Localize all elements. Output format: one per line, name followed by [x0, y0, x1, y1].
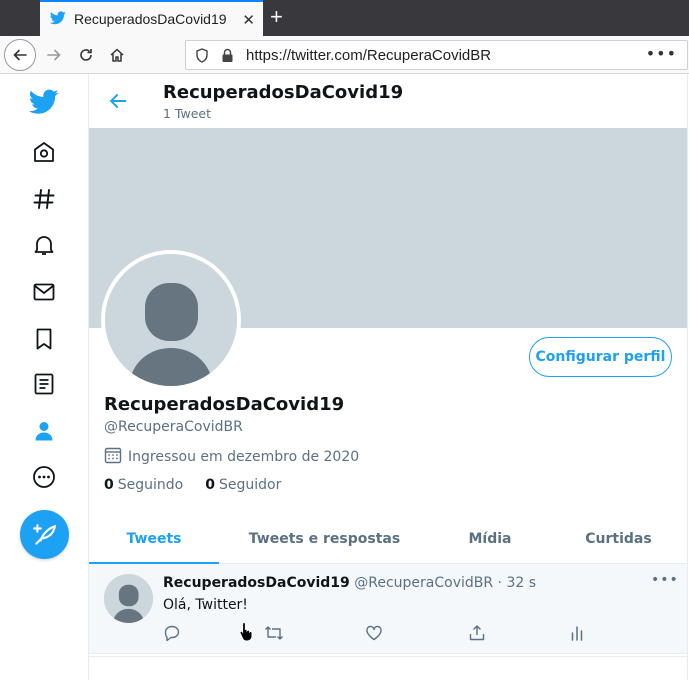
tab-close-icon[interactable]: ✕	[242, 11, 255, 29]
tweet-text: Olá, Twitter!	[163, 597, 248, 613]
edit-profile-button[interactable]: Configurar perfil	[529, 337, 672, 377]
bookmark-icon[interactable]	[22, 317, 66, 361]
lists-icon[interactable]	[22, 362, 66, 406]
followers-count: 0	[205, 477, 215, 493]
page-actions-icon[interactable]: •••	[646, 44, 677, 63]
profile-name: RecuperadosDaCovid19	[104, 394, 345, 415]
tweet-avatar[interactable]	[104, 574, 153, 623]
more-options-icon[interactable]	[22, 455, 66, 499]
browser-home-button[interactable]	[101, 39, 133, 71]
following-label: Seguindo	[117, 477, 184, 493]
calendar-icon	[104, 446, 122, 468]
browser-tabstrip: RecuperadosDaCovid19 ✕ +	[0, 0, 689, 36]
browser-tab[interactable]: RecuperadosDaCovid19 ✕	[40, 0, 263, 36]
tweet-author-name[interactable]: RecuperadosDaCovid19	[163, 575, 350, 591]
profile-header: RecuperadosDaCovid19 1 Tweet	[89, 74, 687, 128]
default-avatar-icon	[104, 574, 153, 623]
reply-icon[interactable]	[163, 624, 183, 644]
compose-tweet-button[interactable]	[20, 510, 69, 559]
timeline-end	[89, 656, 687, 680]
twitter-logo-icon[interactable]	[22, 80, 66, 124]
lock-icon	[222, 48, 233, 62]
tab-title: RecuperadosDaCovid19	[74, 11, 227, 27]
following-count: 0	[104, 477, 114, 493]
arrow-left-icon	[13, 49, 27, 61]
home-icon[interactable]	[22, 130, 66, 174]
default-avatar-icon	[105, 254, 237, 386]
tweet-separator: ·	[497, 575, 502, 591]
tab-media[interactable]: Mídia	[430, 514, 550, 563]
url-text: https://twitter.com/RecuperaCovidBR	[246, 47, 492, 64]
arrow-right-icon	[47, 49, 61, 61]
main-right-border	[687, 74, 688, 680]
like-heart-icon[interactable]	[365, 624, 385, 644]
tab-likes[interactable]: Curtidas	[550, 514, 687, 563]
share-icon[interactable]	[468, 624, 488, 644]
profile-tabs: Tweets Tweets e respostas Mídia Curtidas	[89, 514, 687, 564]
bell-notifications-icon[interactable]	[22, 223, 66, 267]
tab-tweets-replies[interactable]: Tweets e respostas	[219, 514, 430, 563]
hand-cursor-icon	[239, 621, 255, 645]
shield-icon	[196, 48, 208, 63]
browser-reload-button[interactable]	[70, 39, 102, 71]
tab-tweets[interactable]: Tweets	[89, 514, 219, 564]
tweet-item[interactable]: RecuperadosDaCovid19 @RecuperaCovidBR · …	[89, 564, 687, 654]
twitter-bird-icon	[49, 10, 66, 29]
browser-forward-button[interactable]	[38, 39, 70, 71]
home-icon	[110, 48, 124, 62]
new-tab-button[interactable]: +	[270, 4, 283, 30]
twitter-sidebar	[0, 74, 89, 680]
tweet-time[interactable]: 32 s	[506, 575, 536, 591]
tweet-author-handle[interactable]: @RecuperaCovidBR	[354, 575, 493, 591]
analytics-icon[interactable]	[569, 624, 589, 644]
tweet-header: RecuperadosDaCovid19 @RecuperaCovidBR · …	[163, 575, 536, 591]
profile-icon[interactable]	[22, 409, 66, 453]
following-link[interactable]: 0 Seguindo	[104, 477, 183, 493]
back-arrow-icon[interactable]	[107, 90, 129, 116]
retweet-icon[interactable]	[264, 624, 284, 644]
browser-back-button[interactable]	[4, 39, 36, 71]
feather-plus-icon	[32, 523, 56, 545]
followers-link[interactable]: 0 Seguidor	[205, 477, 281, 493]
profile-main: RecuperadosDaCovid19 1 Tweet Configurar …	[89, 74, 687, 680]
url-bar[interactable]: https://twitter.com/RecuperaCovidBR •••	[185, 40, 688, 70]
reload-icon	[80, 49, 92, 61]
tweet-actions	[163, 624, 663, 644]
browser-toolbar: https://twitter.com/RecuperaCovidBR •••	[0, 36, 689, 74]
profile-handle: @RecuperaCovidBR	[104, 419, 243, 435]
profile-joined: Ingressou em dezembro de 2020	[104, 446, 359, 468]
header-tweet-count: 1 Tweet	[163, 106, 211, 121]
followers-label: Seguidor	[218, 477, 282, 493]
profile-avatar[interactable]	[101, 250, 241, 390]
joined-date: Ingressou em dezembro de 2020	[128, 449, 360, 465]
header-title: RecuperadosDaCovid19	[163, 82, 404, 103]
hashtag-explore-icon[interactable]	[22, 177, 66, 221]
profile-stats: 0 Seguindo 0 Seguidor	[104, 477, 281, 493]
tweet-more-icon[interactable]: •••	[651, 572, 679, 588]
envelope-messages-icon[interactable]	[22, 270, 66, 314]
